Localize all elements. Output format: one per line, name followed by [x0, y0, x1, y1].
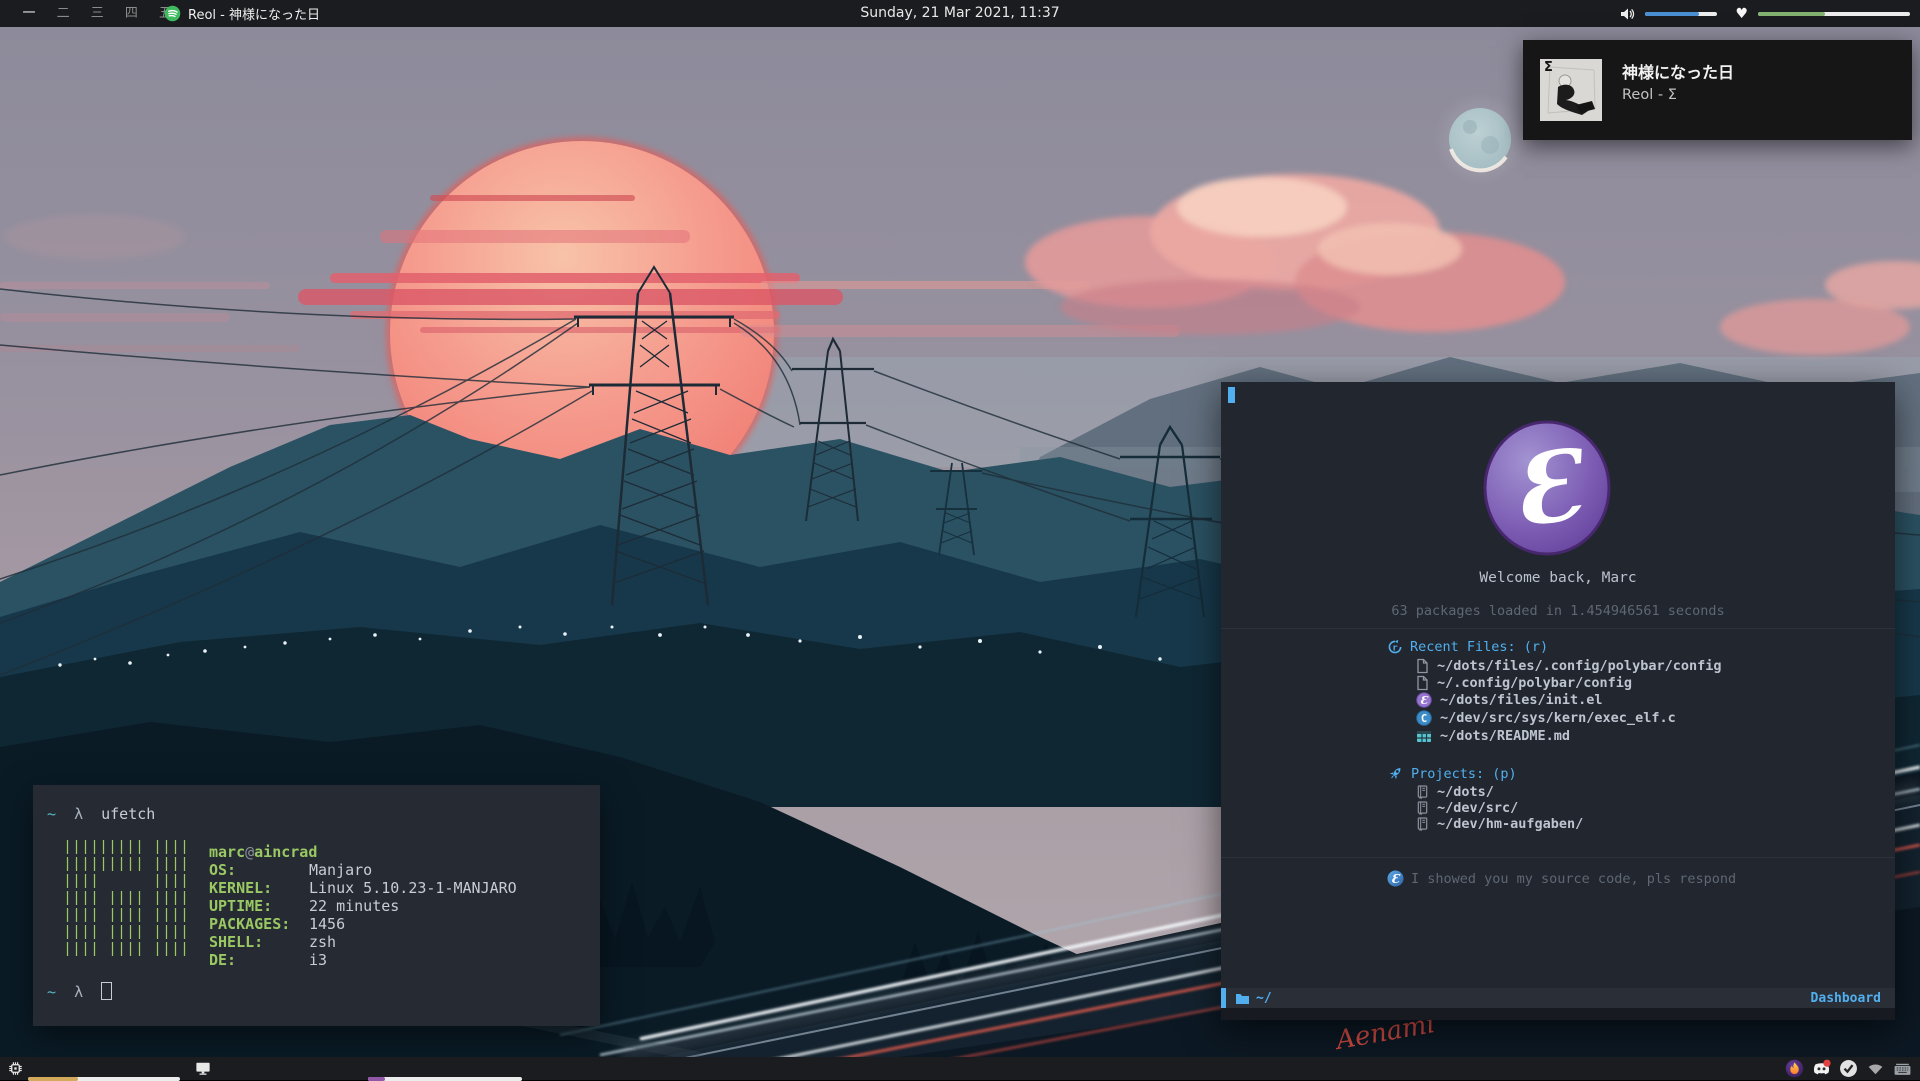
emacs-window[interactable]: Ɛ Welcome back, Marc 63 packages loaded …	[1221, 382, 1895, 1020]
heart-icon: ♥	[1735, 6, 1748, 22]
flame-tray-icon[interactable]	[1785, 1059, 1804, 1078]
emacs-logo: Ɛ	[1483, 420, 1611, 556]
terminal-prompt-line: ~ λ ufetch	[47, 805, 155, 823]
ufetch-ascii-logo: ||||||||| |||| ||||||||| |||| |||| |||| …	[63, 839, 189, 958]
terminal-command: ufetch	[101, 805, 155, 823]
bottom-bar	[0, 1057, 1920, 1080]
top-bar: 一 二 三 四 五 Reol - 神様になった日 Sunday, 21 Mar …	[0, 0, 1920, 27]
rocket-icon	[1387, 765, 1404, 782]
check-tray-icon[interactable]	[1839, 1059, 1858, 1078]
modeline-major-mode: Dashboard	[1811, 991, 1881, 1006]
notification-subtitle: Reol - Σ	[1622, 84, 1734, 106]
album-sigma-badge: Σ	[1544, 60, 1553, 75]
terminal-window[interactable]: ~ λ ufetch ||||||||| |||| ||||||||| ||||…	[33, 785, 600, 1026]
prompt-cwd: ~	[47, 805, 56, 823]
music-notification[interactable]: Σ 神様になった日 Reol - Σ	[1523, 40, 1912, 140]
divider	[1221, 857, 1895, 858]
welcome-message: Welcome back, Marc	[1221, 570, 1895, 586]
cpu-icon	[8, 1061, 23, 1076]
svg-text:r: r	[1392, 643, 1398, 653]
monitor-icon	[195, 1061, 211, 1076]
project-item[interactable]: ~/dots/	[1416, 784, 1494, 800]
modeline-path: ~/	[1256, 991, 1272, 1006]
recent-file-item[interactable]: Ɛ ~/dots/files/init.el	[1416, 692, 1603, 708]
ufetch-info: marc@aincrad OS:Manjaro KERNEL:Linux 5.1…	[209, 843, 517, 969]
recent-file-item[interactable]: ~/dots/files/.config/polybar/config	[1416, 658, 1721, 674]
file-icon	[1416, 658, 1429, 674]
history-icon: r	[1387, 639, 1403, 655]
wifi-tray-icon[interactable]	[1866, 1059, 1885, 1078]
recent-file-item[interactable]: ~/.config/polybar/config	[1416, 675, 1632, 691]
dashboard-footer: Ɛ I showed you my source code, pls respo…	[1387, 870, 1736, 887]
projects-header: Projects: (p)	[1387, 765, 1517, 782]
terminal-cursor	[101, 982, 112, 1000]
recent-file-item[interactable]: C ~/dev/src/sys/kern/exec_elf.c	[1416, 710, 1676, 726]
volume-slider[interactable]	[1645, 12, 1717, 16]
moon	[1440, 99, 1520, 179]
emacs-badge-icon: Ɛ	[1387, 870, 1404, 887]
favorite-slider[interactable]	[1758, 12, 1910, 16]
load-message: 63 packages loaded in 1.454946561 second…	[1221, 603, 1895, 619]
project-item[interactable]: ~/dev/hm-aufgaben/	[1416, 816, 1583, 832]
repo-icon	[1416, 800, 1429, 816]
keyboard-tray-icon[interactable]	[1893, 1059, 1912, 1078]
user-host-line: marc@aincrad	[209, 843, 517, 861]
markdown-table-icon	[1416, 729, 1432, 744]
svg-text:C: C	[1421, 713, 1427, 725]
discord-tray-icon[interactable]	[1812, 1059, 1831, 1078]
svg-text:Ɛ: Ɛ	[1420, 694, 1429, 707]
emacs-echo-area	[1221, 1008, 1895, 1020]
emacs-file-icon: Ɛ	[1416, 692, 1432, 708]
project-item[interactable]: ~/dev/src/	[1416, 800, 1518, 816]
notification-text: 神様になった日 Reol - Σ	[1622, 62, 1734, 106]
divider	[1221, 628, 1895, 629]
svg-text:Ɛ: Ɛ	[1391, 872, 1401, 886]
repo-icon	[1416, 816, 1429, 832]
c-file-icon: C	[1416, 710, 1432, 726]
prompt-lambda: λ	[74, 805, 83, 823]
notification-title: 神様になった日	[1622, 62, 1734, 84]
top-bar-right: ♥	[1619, 0, 1910, 27]
modeline-accent-bar	[1221, 988, 1226, 1008]
emacs-modeline: ~/ Dashboard	[1221, 988, 1895, 1008]
file-icon	[1416, 675, 1429, 691]
terminal-prompt-line-2[interactable]: ~ λ	[47, 982, 112, 1001]
projects-header-label: Projects: (p)	[1411, 766, 1517, 782]
recent-files-header-label: Recent Files: (r)	[1410, 639, 1548, 655]
system-tray	[1777, 1059, 1912, 1078]
folder-icon	[1235, 992, 1250, 1005]
volume-icon[interactable]	[1619, 6, 1635, 22]
recent-files-header: r Recent Files: (r)	[1387, 639, 1548, 655]
repo-icon	[1416, 784, 1429, 800]
emacs-cursor	[1228, 387, 1235, 403]
recent-file-item[interactable]: ~/dots/README.md	[1416, 728, 1570, 744]
footer-message: I showed you my source code, pls respond	[1411, 871, 1736, 887]
